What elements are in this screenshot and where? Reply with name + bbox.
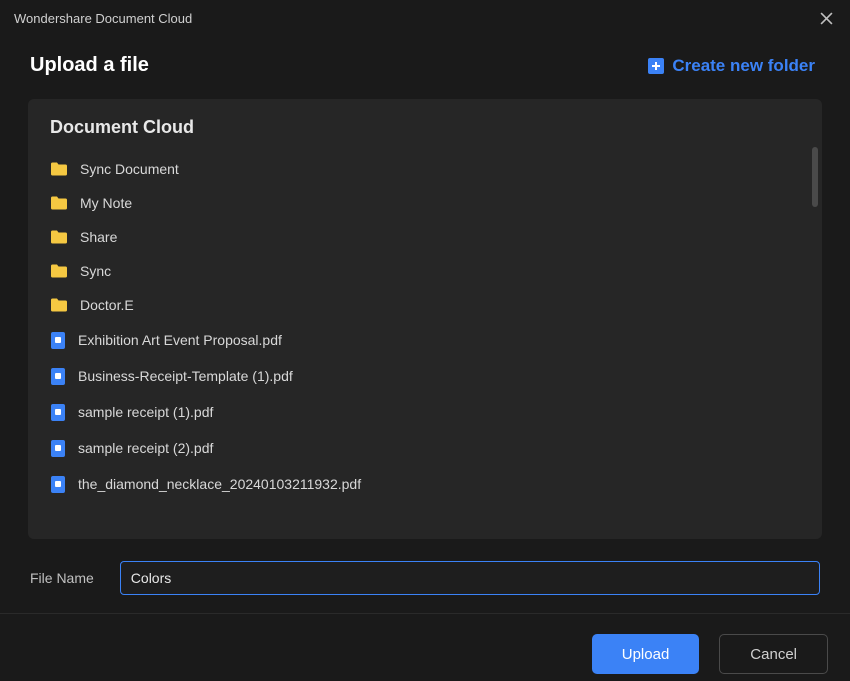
item-label: Sync	[80, 263, 111, 279]
upload-button[interactable]: Upload	[592, 634, 700, 674]
filename-input[interactable]	[120, 561, 820, 595]
item-label: My Note	[80, 195, 132, 211]
list-item[interactable]: Sync	[36, 254, 814, 288]
list-item[interactable]: Sync Document	[36, 152, 814, 186]
item-label: sample receipt (1).pdf	[78, 404, 213, 420]
list-item[interactable]: Doctor.E	[36, 288, 814, 322]
folder-icon	[50, 161, 68, 177]
pdf-file-icon	[50, 439, 66, 457]
create-folder-label: Create new folder	[672, 56, 815, 76]
filename-label: File Name	[30, 570, 94, 586]
plus-icon	[648, 58, 664, 74]
close-icon	[820, 12, 833, 25]
folder-icon	[50, 229, 68, 245]
list-item[interactable]: the_diamond_necklace_20240103211932.pdf	[36, 466, 814, 502]
window-title: Wondershare Document Cloud	[14, 11, 192, 26]
pdf-file-icon	[50, 331, 66, 349]
folder-icon	[50, 297, 68, 313]
list-item[interactable]: sample receipt (2).pdf	[36, 430, 814, 466]
list-item[interactable]: Share	[36, 220, 814, 254]
list-item[interactable]: My Note	[36, 186, 814, 220]
pdf-file-icon	[50, 403, 66, 421]
item-label: Sync Document	[80, 161, 179, 177]
item-label: Exhibition Art Event Proposal.pdf	[78, 332, 282, 348]
item-label: Business-Receipt-Template (1).pdf	[78, 368, 293, 384]
dialog-header: Upload a file Create new folder	[0, 36, 850, 99]
scrollbar[interactable]	[812, 147, 818, 207]
item-label: Doctor.E	[80, 297, 134, 313]
pdf-file-icon	[50, 367, 66, 385]
file-browser-panel: Document Cloud Sync Document My Note Sha…	[28, 99, 822, 539]
create-new-folder-button[interactable]: Create new folder	[648, 56, 815, 76]
file-list: Sync Document My Note Share Sync Doctor.	[28, 152, 822, 502]
folder-icon	[50, 195, 68, 211]
item-label: Share	[80, 229, 117, 245]
panel-title: Document Cloud	[28, 99, 822, 152]
titlebar: Wondershare Document Cloud	[0, 0, 850, 36]
item-label: sample receipt (2).pdf	[78, 440, 213, 456]
cancel-button[interactable]: Cancel	[719, 634, 828, 674]
list-item[interactable]: sample receipt (1).pdf	[36, 394, 814, 430]
dialog-footer: Upload Cancel	[0, 614, 850, 674]
list-item[interactable]: Business-Receipt-Template (1).pdf	[36, 358, 814, 394]
list-item[interactable]: Exhibition Art Event Proposal.pdf	[36, 322, 814, 358]
dialog-title: Upload a file	[30, 54, 149, 77]
close-button[interactable]	[816, 8, 836, 28]
filename-row: File Name	[0, 539, 850, 595]
item-label: the_diamond_necklace_20240103211932.pdf	[78, 476, 361, 492]
folder-icon	[50, 263, 68, 279]
pdf-file-icon	[50, 475, 66, 493]
